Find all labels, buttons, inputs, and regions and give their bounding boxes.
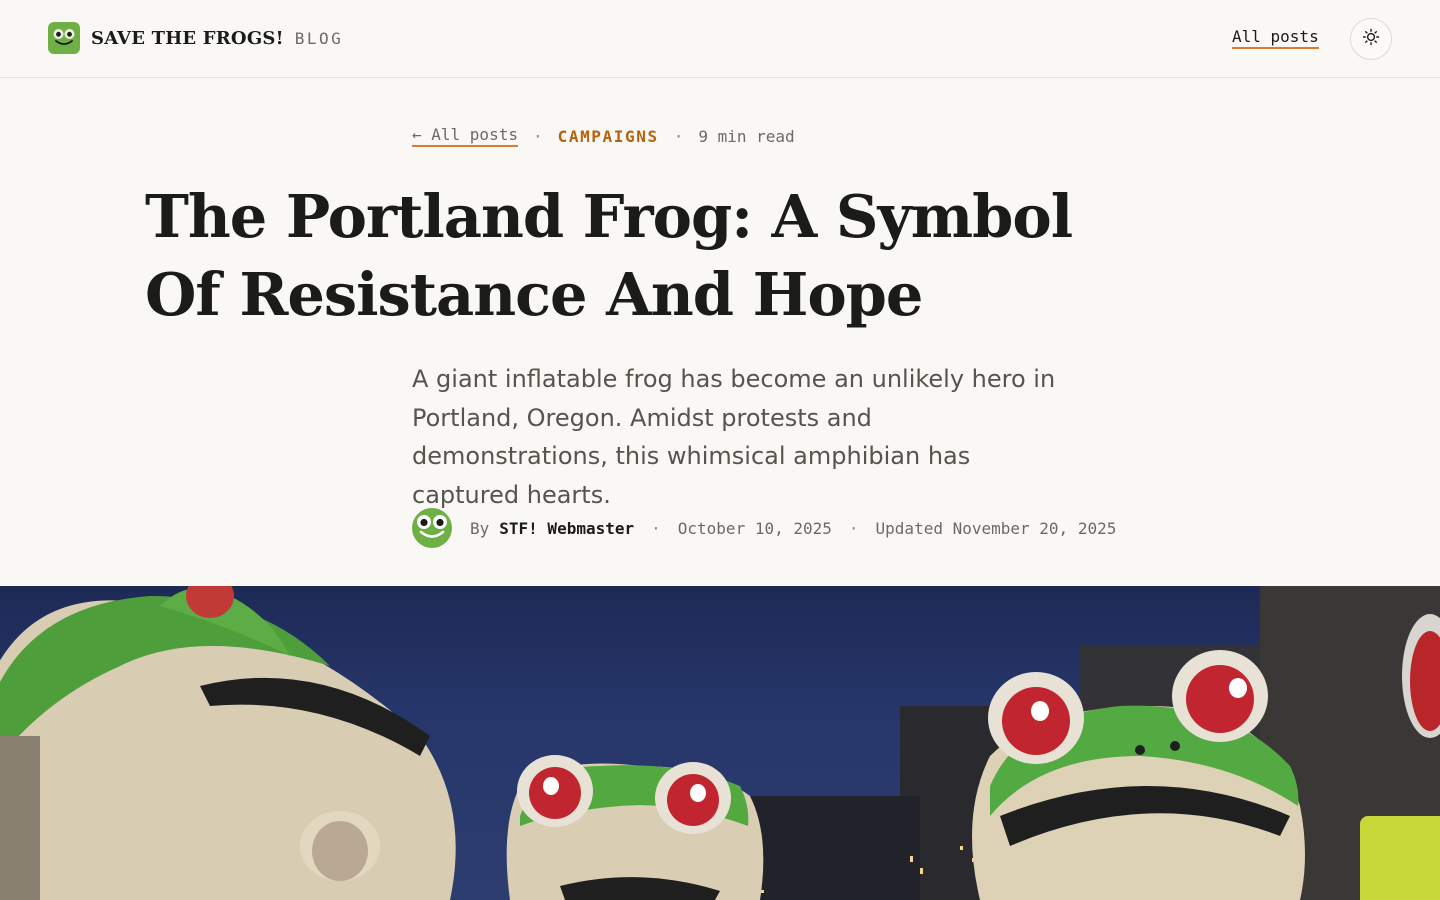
- separator: ·: [848, 518, 859, 538]
- updated-date: Updated November 20, 2025: [875, 518, 1117, 538]
- category-link[interactable]: CAMPAIGNS: [558, 127, 659, 146]
- back-to-all-posts-link[interactable]: ← All posts: [412, 125, 518, 147]
- separator: ·: [673, 126, 684, 146]
- byline: By STF! Webmaster · October 10, 2025 · U…: [412, 508, 1116, 548]
- brand-name: SAVE THE FROGS!: [91, 27, 284, 49]
- read-time: 9 min read: [698, 126, 795, 146]
- hero-image: [0, 586, 1440, 900]
- title-line-1: The Portland Frog: A Symbol: [145, 182, 1073, 251]
- title-line-2: Of Resistance And Hope: [145, 260, 923, 329]
- article-lede: A giant inflatable frog has become an un…: [412, 365, 1056, 509]
- brand-tag: BLOG: [294, 28, 344, 48]
- separator: ·: [532, 126, 543, 146]
- author-link[interactable]: STF! Webmaster: [499, 519, 634, 538]
- frog-icon: [48, 22, 80, 54]
- frog-avatar-icon: [412, 508, 452, 548]
- nav-all-posts-link[interactable]: All posts: [1232, 27, 1319, 49]
- publish-date: October 10, 2025: [677, 518, 832, 538]
- by-label: By: [470, 518, 490, 538]
- sun-icon: [1362, 28, 1380, 50]
- brand[interactable]: SAVE THE FROGS! BLOG: [48, 22, 343, 54]
- site-header: SAVE THE FROGS! BLOG All posts: [0, 0, 1440, 78]
- theme-toggle-button[interactable]: [1350, 18, 1392, 60]
- article-title: The Portland Frog: A Symbol Of Resistanc…: [145, 178, 1145, 334]
- separator: ·: [651, 518, 661, 538]
- article-meta: ← All posts · CAMPAIGNS · 9 min read: [412, 124, 795, 148]
